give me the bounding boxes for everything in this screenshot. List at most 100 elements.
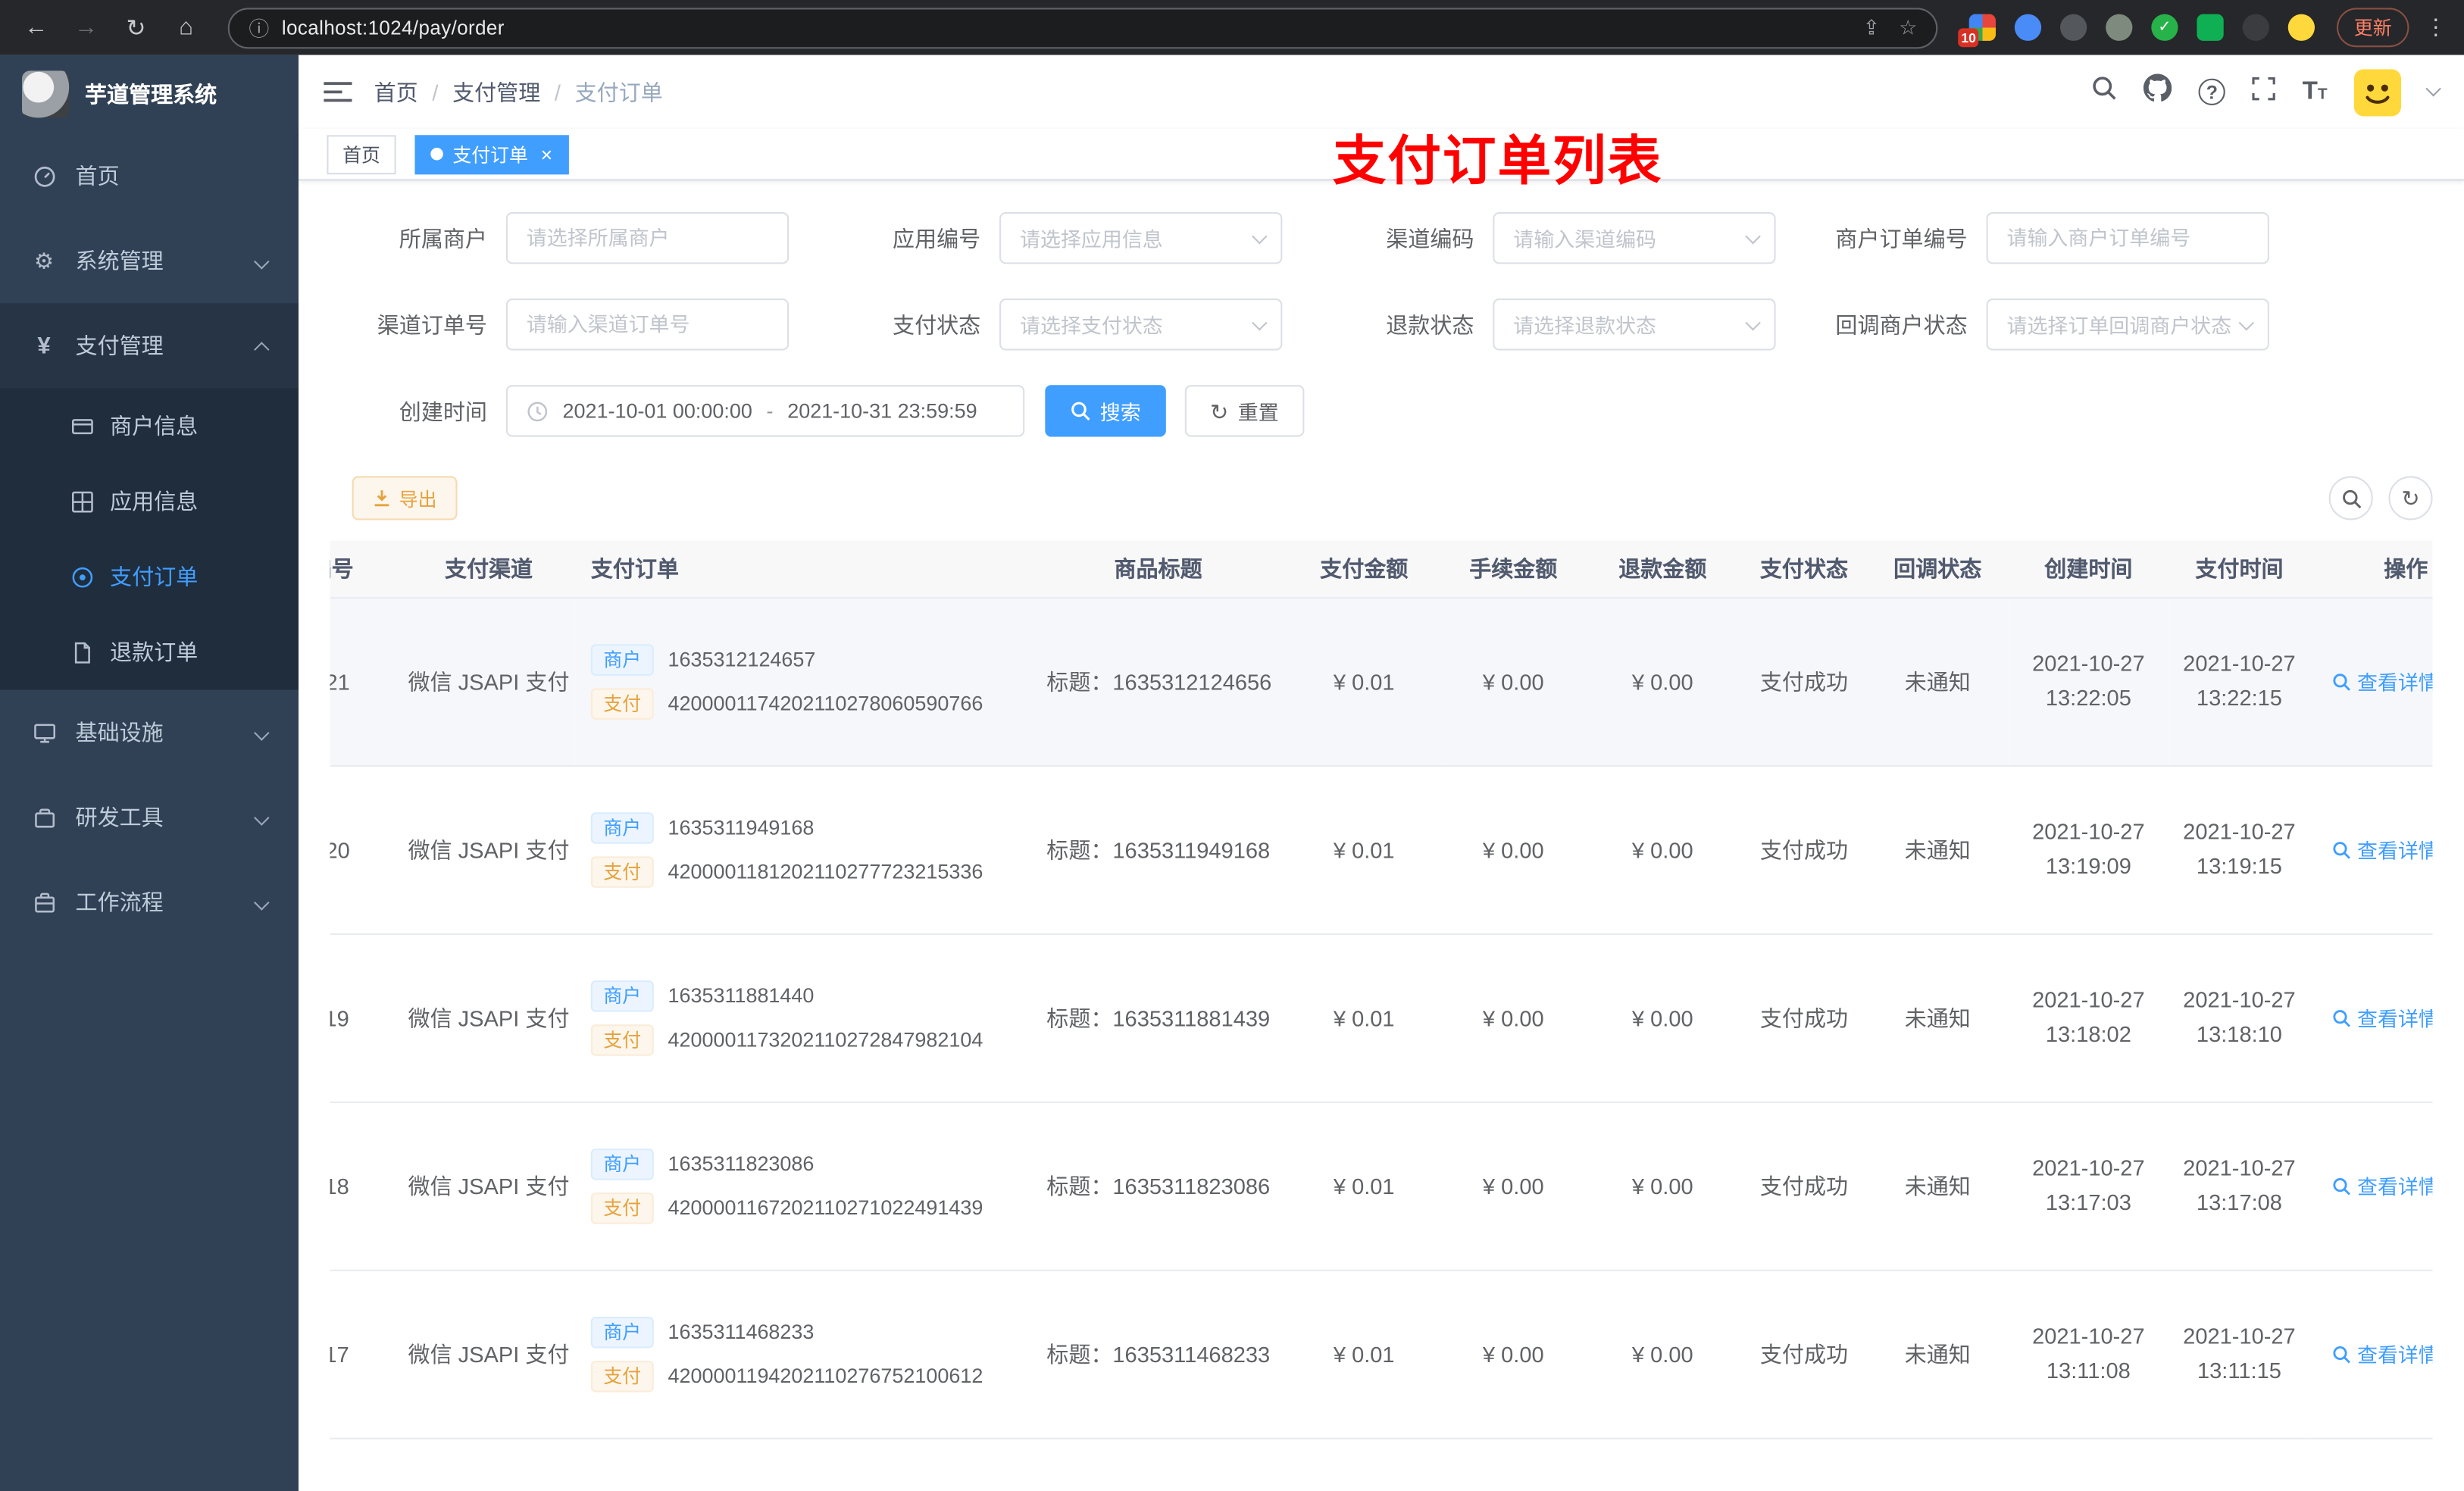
table-row[interactable]: 118 微信 JSAPI 支付 商户1635311823086 支付420000… <box>330 1101 2433 1271</box>
refund-status-select[interactable]: 请选择退款状态 <box>1493 299 1776 351</box>
sidebar-item-label: 支付管理 <box>75 333 164 358</box>
bookmark-star-icon[interactable]: ☆ <box>1899 15 1917 40</box>
reload-icon[interactable]: ↻ <box>116 7 157 48</box>
sidebar-item-pay-order[interactable]: 支付订单 <box>0 539 299 614</box>
channel-code-select[interactable]: 请输入渠道编码 <box>1493 211 1776 264</box>
extension-pin-icon[interactable] <box>2242 14 2269 41</box>
view-detail-link[interactable]: 查看详情 <box>2332 1339 2433 1368</box>
share-icon[interactable]: ⇪ <box>1863 15 1881 40</box>
pay-channel: 微信 JSAPI 支付 <box>402 1269 576 1439</box>
extension-blue-icon[interactable] <box>2014 14 2042 41</box>
create-time-range-picker[interactable]: 2021-10-01 00:00:00 - 2021-10-31 23:59:5… <box>505 385 1025 437</box>
extension-gray-icon[interactable] <box>2106 14 2133 41</box>
help-icon[interactable]: ? <box>2198 78 2226 105</box>
extension-check-icon[interactable]: ✓ <box>2151 14 2178 41</box>
sidebar-item-workflow[interactable]: 工作流程 <box>0 859 299 944</box>
merchant-input[interactable] <box>505 211 790 264</box>
col-actions: 操作 <box>2309 540 2433 599</box>
pay-amount: ¥ 0.01 <box>1285 1269 1443 1439</box>
close-icon[interactable]: × <box>541 144 553 164</box>
avatar-caret-icon[interactable] <box>2425 80 2441 97</box>
notify-status: 未通知 <box>1866 597 2009 767</box>
extension-chat-icon[interactable] <box>2197 14 2224 41</box>
sidebar-item-merchant-info[interactable]: 商户信息 <box>0 388 299 464</box>
pay-order-cell: 商户 1635311468233 支付 4200001194202110276752… <box>590 1315 1031 1392</box>
col-title: 商品标题 <box>1030 540 1286 599</box>
table-row[interactable]: 商户1635311357126 <box>330 1437 2433 1491</box>
breadcrumb-pay-manage[interactable]: 支付管理 <box>452 77 540 108</box>
sidebar-item-system[interactable]: ⚙ 系统管理 <box>0 218 299 303</box>
view-detail-link[interactable]: 查看详情 <box>2332 666 2433 695</box>
table-row[interactable]: 120 微信 JSAPI 支付 商户1635311949168 支付420000… <box>330 765 2433 934</box>
fee-amount <box>1442 1437 1584 1491</box>
sidebar-item-home[interactable]: 首页 <box>0 133 299 218</box>
table-row[interactable]: 119 微信 JSAPI 支付 商户1635311881440 支付420000… <box>330 933 2433 1102</box>
order-id: 118 <box>330 1101 402 1271</box>
url-text[interactable]: localhost:1024/pay/order <box>282 17 1844 39</box>
reset-button[interactable]: ↻ 重置 <box>1184 385 1304 437</box>
pay-order-cell: 商户 1635311823086 支付 4200001167202110271022… <box>590 1148 1031 1224</box>
fullscreen-icon[interactable] <box>2252 76 2275 108</box>
github-icon[interactable] <box>2143 73 2172 110</box>
breadcrumb-separator: / <box>432 79 439 105</box>
user-avatar[interactable] <box>2353 68 2402 116</box>
notify-status: 未通知 <box>1866 1269 2009 1439</box>
sidebar-item-infrastructure[interactable]: 基础设施 <box>0 689 299 774</box>
chevron-down-icon <box>254 809 270 825</box>
date-start: 2021-10-01 00:00:00 <box>562 399 752 423</box>
address-bar[interactable]: ⓘ localhost:1024/pay/order ⇪ ☆ <box>228 7 1938 48</box>
channel-order-input[interactable] <box>505 299 790 351</box>
font-size-icon[interactable]: TT <box>2303 78 2328 106</box>
view-detail-link[interactable]: 查看详情 <box>2332 1002 2433 1032</box>
notify-status-select[interactable]: 请选择订单回调商户状态 <box>1986 299 2269 351</box>
table-row[interactable]: 117 微信 JSAPI 支付 商户1635311468233 支付420000… <box>330 1269 2433 1439</box>
forward-icon[interactable]: → <box>66 7 107 48</box>
search-icon[interactable] <box>2092 76 2117 109</box>
sidebar-item-label: 退款订单 <box>110 639 199 665</box>
search-button[interactable]: 搜索 <box>1045 385 1166 437</box>
sidebar-item-payment[interactable]: ¥ 支付管理 <box>0 303 299 389</box>
view-detail-link[interactable]: 查看详情 <box>2332 1171 2433 1200</box>
breadcrumb-home[interactable]: 首页 <box>374 77 418 108</box>
pay-amount: ¥ 0.01 <box>1285 597 1443 767</box>
product-title <box>1030 1437 1286 1491</box>
toggle-search-button[interactable] <box>2328 476 2373 520</box>
table-row[interactable]: 121 微信 JSAPI 支付 商户1635312124657 支付420000… <box>330 597 2433 767</box>
browser-update-button[interactable]: 更新 <box>2337 8 2409 48</box>
pay-tag: 支付 <box>590 1192 654 1224</box>
site-info-icon[interactable]: ⓘ <box>249 13 269 42</box>
sidebar-item-app-info[interactable]: 应用信息 <box>0 464 299 539</box>
sidebar-item-dev-tools[interactable]: 研发工具 <box>0 774 299 859</box>
sidebar-item-refund-order[interactable]: 退款订单 <box>0 614 299 690</box>
download-icon <box>374 490 389 507</box>
briefcase-icon <box>31 890 56 914</box>
app-logo[interactable]: 芋道管理系统 <box>0 55 299 134</box>
search-icon <box>2333 841 2350 858</box>
pay-tag: 支付 <box>590 1024 654 1055</box>
filter-label: 回调商户状态 <box>1835 311 1968 337</box>
view-detail-link[interactable]: 查看详情 <box>2332 834 2433 864</box>
export-button[interactable]: 导出 <box>352 476 458 520</box>
pay-order-cell: 商户 1635311949168 支付 4200001181202110277723… <box>590 811 1031 887</box>
fee-amount: ¥ 0.00 <box>1442 933 1584 1102</box>
collapse-sidebar-icon[interactable] <box>324 80 352 104</box>
tab-pay-order[interactable]: 支付订单 × <box>414 134 569 174</box>
col-pay-amount: 支付金额 <box>1285 540 1443 599</box>
tab-home[interactable]: 首页 <box>327 134 396 174</box>
back-icon[interactable]: ← <box>16 7 57 48</box>
refund-amount: ¥ 0.00 <box>1584 1269 1741 1439</box>
product-title: 标题：1635311949168 <box>1030 765 1286 934</box>
home-icon[interactable]: ⌂ <box>166 7 207 48</box>
extension-dark-icon[interactable] <box>2060 14 2087 41</box>
merchant-order-input[interactable] <box>1986 211 2269 264</box>
extension-grid-icon[interactable]: 10 <box>1958 14 1996 48</box>
filter-label: 渠道订单号 <box>377 311 487 337</box>
pay-time: 2021-10-27 13:11:15 <box>2183 1322 2296 1383</box>
tab-label: 支付订单 <box>452 143 528 166</box>
app-select[interactable]: 请选择应用信息 <box>999 211 1283 264</box>
refresh-table-button[interactable]: ↻ <box>2388 476 2433 520</box>
pay-status-select[interactable]: 请选择支付状态 <box>999 299 1283 351</box>
product-title: 标题：1635312124656 <box>1030 597 1286 767</box>
profile-avatar-icon[interactable] <box>2287 14 2315 41</box>
browser-menu-icon[interactable]: ⋮ <box>2425 14 2448 41</box>
